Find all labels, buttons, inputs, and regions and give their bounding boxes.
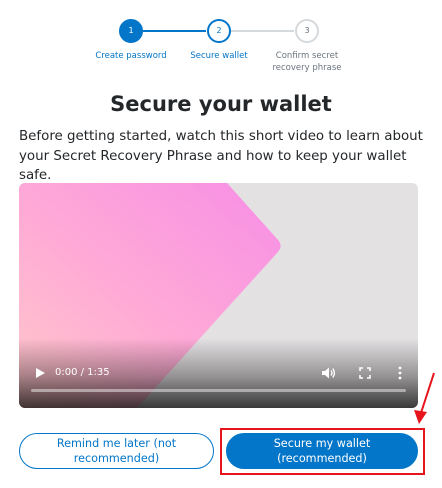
page-title: Secure your wallet — [110, 92, 332, 116]
annotation-arrow-icon — [414, 372, 435, 424]
step-3-label: Confirm secret recovery phrase — [272, 51, 342, 73]
page-description: Before getting started, watch this short… — [19, 129, 423, 183]
step-1-label: Create password — [95, 51, 167, 61]
more-options-icon[interactable] — [398, 366, 402, 380]
step-2-indicator: 2 — [207, 19, 231, 43]
step-3-indicator: 3 — [295, 19, 319, 43]
progress-stepper: 1 2 3 Create password Secure wallet Conf… — [0, 18, 442, 88]
remind-me-later-button[interactable]: Remind me later (not recommended) — [19, 433, 214, 469]
step-2-label: Secure wallet — [190, 51, 248, 61]
secure-wallet-page: 1 2 3 Create password Secure wallet Conf… — [0, 0, 442, 488]
step-1-indicator: 1 — [119, 19, 143, 43]
fullscreen-icon[interactable] — [359, 367, 371, 379]
video-time-display: 0:00 / 1:35 — [55, 367, 110, 378]
video-player[interactable]: 0:00 / 1:35 — [19, 183, 418, 408]
stepper-connector-pending — [231, 30, 294, 32]
volume-icon[interactable] — [321, 366, 336, 380]
video-progress-bar[interactable] — [31, 389, 406, 392]
annotation-highlight-box — [220, 428, 425, 475]
stepper-connector-completed — [143, 30, 206, 32]
play-icon[interactable] — [34, 367, 46, 379]
